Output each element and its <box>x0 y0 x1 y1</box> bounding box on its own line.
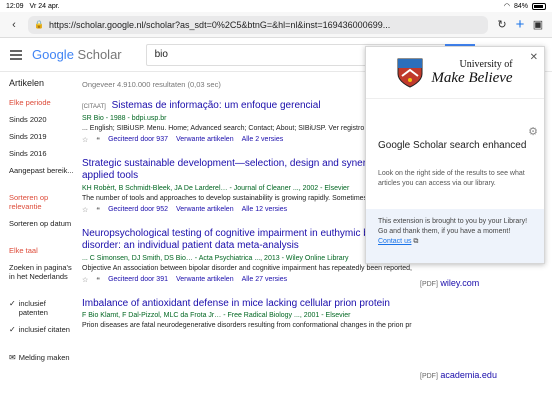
all-versions-link[interactable]: Alle 27 versies <box>242 276 288 283</box>
sidebar-create-alert[interactable]: ✉ Melding maken <box>9 353 76 363</box>
result-item: Imbalance of antioxidant defense in mice… <box>82 298 412 331</box>
pdf-label: [PDF] <box>420 373 438 380</box>
cited-by-link[interactable]: Geciteerd door 937 <box>108 136 168 143</box>
panel-footer: This extension is brought to you by your… <box>366 209 544 263</box>
result-tag: [CITAAT] <box>82 104 106 110</box>
url-text: https://scholar.google.nl/scholar?as_sdt… <box>48 19 391 30</box>
result-snippet: Prion diseases are fatal neurodegenerati… <box>82 322 412 330</box>
panel-description: Look on the right side of the results to… <box>378 170 525 187</box>
result-title: Sistemas de informação: um enfoque geren… <box>111 100 321 111</box>
status-right: ◠ 84% <box>504 2 546 10</box>
pdf-source: wiley.com <box>440 278 480 288</box>
close-icon[interactable]: ✕ <box>530 52 538 63</box>
sidebar: Artikelen Elke periode Sinds 2020 Sinds … <box>0 78 76 370</box>
result-title: Neuropsychological testing of cognitive … <box>82 227 394 252</box>
address-bar[interactable]: 🔒 https://scholar.google.nl/scholar?as_s… <box>28 15 488 34</box>
result-title-link[interactable]: [CITAAT] Sistemas de informação: um enfo… <box>82 100 412 113</box>
menu-icon[interactable] <box>10 49 22 60</box>
panel-title: Google Scholar search enhanced <box>378 140 527 151</box>
result-meta: SR Bio - 1988 - bdpi.usp.br <box>82 114 167 122</box>
related-articles-link[interactable]: Verwante artikelen <box>176 276 234 283</box>
plus-icon[interactable]: + <box>510 16 530 33</box>
result-item: [CITAAT] Sistemas de informação: um enfo… <box>82 100 412 144</box>
cited-by-link[interactable]: Geciteerd door 952 <box>108 206 168 213</box>
star-icon[interactable]: ☆ <box>82 206 88 214</box>
status-bar: 12:09 Vr 24 apr. ◠ 84% <box>0 0 552 12</box>
cited-by-link[interactable]: Geciteerd door 391 <box>108 276 168 283</box>
logo-scholar-text: Scholar <box>77 47 122 62</box>
result-snippet: ... English; SIBiUSP. Menu. Home; Advanc… <box>82 124 412 132</box>
back-icon[interactable]: ‹ <box>6 19 22 31</box>
sidebar-period-2020[interactable]: Sinds 2020 <box>9 115 76 124</box>
checkmark-icon: ✓ <box>9 299 16 308</box>
google-scholar-logo[interactable]: Google Scholar <box>32 47 122 62</box>
result-title: Imbalance of antioxidant defense in mice… <box>82 297 390 309</box>
sidebar-include-citations[interactable]: ✓ inclusief citaten <box>9 325 76 335</box>
result-snippet: The number of tools and approaches to de… <box>82 194 412 202</box>
logo-google-text: Google <box>32 47 74 62</box>
envelope-icon: ✉ <box>9 352 16 362</box>
results-list: [CITAAT] Sistemas de informação: um enfo… <box>82 100 412 344</box>
university-name-line1: University of <box>459 58 513 70</box>
contact-us-link[interactable]: Contact us <box>378 238 411 245</box>
results-summary: Ongeveer 4.910.000 resultaten (0,03 sec) <box>82 80 221 89</box>
result-meta: ... C Simonsen, DJ Smith, DS Bio… - Acta… <box>82 254 349 262</box>
star-icon[interactable]: ☆ <box>82 136 88 144</box>
quote-icon[interactable]: ❝ <box>96 136 100 144</box>
external-link-icon: ⧉ <box>413 238 419 246</box>
battery-icon <box>532 2 546 10</box>
sidebar-title: Artikelen <box>9 78 45 88</box>
browser-toolbar: ‹ 🔒 https://scholar.google.nl/scholar?as… <box>0 12 552 38</box>
sidebar-sort-relevance[interactable]: Sorteren op relevantie <box>9 193 76 211</box>
result-snippet: Objective An association between bipolar… <box>82 264 412 272</box>
sidebar-sort-date[interactable]: Sorteren op datum <box>9 219 76 228</box>
checkmark-icon: ✓ <box>9 325 16 334</box>
shield-icon <box>397 58 423 88</box>
result-title-link[interactable]: Imbalance of antioxidant defense in mice… <box>82 298 412 311</box>
pdf-link[interactable]: [PDF] academia.edu <box>420 370 497 380</box>
result-item: Strategic sustainable development—select… <box>82 158 412 214</box>
result-actions: ☆ ❝ Geciteerd door 391 Verwante artikele… <box>82 276 412 284</box>
sidebar-period-any[interactable]: Elke periode <box>9 98 76 107</box>
status-date: Vr 24 apr. <box>29 2 60 10</box>
university-name-line2: Make Believe <box>431 69 513 86</box>
result-meta: F Bio Klamt, F Dal-Pizzol, MLC da Frota … <box>82 312 351 320</box>
panel-footer-text: This extension is brought to you by your… <box>378 218 528 236</box>
sidebar-lang-any[interactable]: Elke taal <box>9 246 76 255</box>
include-citations-label: inclusief citaten <box>18 325 70 334</box>
related-articles-link[interactable]: Verwante artikelen <box>176 206 234 213</box>
sidebar-include-patents[interactable]: ✓ inclusief patenten <box>9 299 76 317</box>
pdf-link[interactable]: [PDF] wiley.com <box>420 278 479 288</box>
result-title: Strategic sustainable development—select… <box>82 157 396 182</box>
university-logo: University of Make Believe <box>366 47 544 99</box>
sidebar-period-custom[interactable]: Aangepast bereik... <box>9 166 76 175</box>
library-extension-panel: University of Make Believe ✕ ⚙ Google Sc… <box>365 46 545 264</box>
related-articles-link[interactable]: Verwante artikelen <box>176 136 234 143</box>
result-actions: ☆ ❝ Geciteerd door 937 Verwante artikele… <box>82 136 412 144</box>
result-title-link[interactable]: Neuropsychological testing of cognitive … <box>82 228 412 253</box>
include-patents-label: inclusief patenten <box>18 299 48 317</box>
create-alert-label: Melding maken <box>18 352 70 362</box>
result-meta: KH Robèrt, B Schmidt-Bleek, JA De Larder… <box>82 184 350 192</box>
battery-percent: 84% <box>513 2 528 10</box>
result-item: Neuropsychological testing of cognitive … <box>82 228 412 284</box>
result-title-link[interactable]: Strategic sustainable development—select… <box>82 158 412 183</box>
tabs-icon[interactable]: ▣ <box>530 18 546 31</box>
reload-icon[interactable]: ↻ <box>494 18 510 31</box>
wifi-icon: ◠ <box>503 3 510 10</box>
quote-icon[interactable]: ❝ <box>96 206 100 214</box>
result-actions: ☆ ❝ Geciteerd door 952 Verwante artikele… <box>82 206 412 214</box>
all-versions-link[interactable]: Alle 2 versies <box>242 136 284 143</box>
sidebar-period-2016[interactable]: Sinds 2016 <box>9 149 76 158</box>
sidebar-period-2019[interactable]: Sinds 2019 <box>9 132 76 141</box>
quote-icon[interactable]: ❝ <box>96 276 100 284</box>
lock-icon: 🔒 <box>34 20 44 29</box>
gear-icon[interactable]: ⚙ <box>528 125 538 138</box>
star-icon[interactable]: ☆ <box>82 276 88 284</box>
status-time: 12:09 <box>6 2 24 10</box>
pdf-label: [PDF] <box>420 281 438 288</box>
sidebar-lang-dutch[interactable]: Zoeken in pagina's in het Nederlands <box>9 263 76 281</box>
pdf-source: academia.edu <box>440 370 497 380</box>
all-versions-link[interactable]: Alle 12 versies <box>242 206 288 213</box>
